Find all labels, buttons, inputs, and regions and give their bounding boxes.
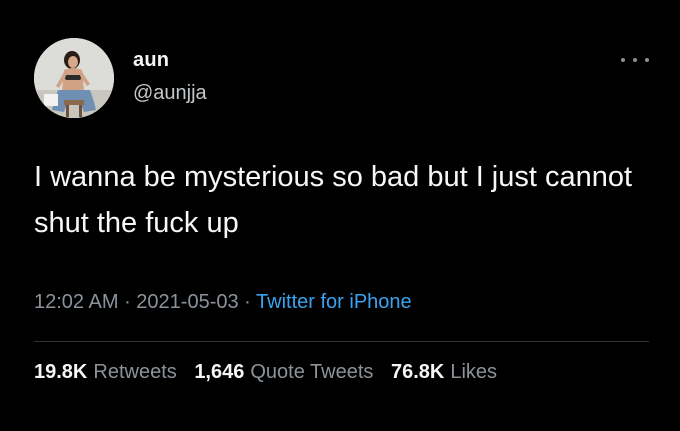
- tweet-card: aun @aunjja I wanna be mysterious so bad…: [0, 0, 680, 431]
- tweet-text: I wanna be mysterious so bad but I just …: [34, 161, 633, 239]
- quote-tweets-stat[interactable]: 1,646 Quote Tweets: [194, 361, 373, 383]
- tweet-stats: 19.8K Retweets 1,646 Quote Tweets 76.8K Lik…: [34, 361, 509, 384]
- display-name[interactable]: aun: [133, 49, 169, 72]
- likes-stat[interactable]: 76.8K Likes: [391, 361, 497, 383]
- avatar[interactable]: [34, 38, 114, 118]
- meta-separator: ·: [238, 291, 257, 313]
- likes-label: Likes: [450, 361, 498, 383]
- avatar-photo: [34, 38, 114, 118]
- quote-tweets-label: Quote Tweets: [250, 361, 374, 383]
- dot: [645, 58, 649, 62]
- tweet-meta: 12:02 AM · 2021-05-03 · Twitter for iPho…: [34, 291, 412, 314]
- tweet-date[interactable]: 2021-05-03: [136, 291, 238, 313]
- tweet-time[interactable]: 12:02 AM: [34, 291, 119, 313]
- retweets-label: Retweets: [93, 361, 177, 383]
- more-horizontal-icon[interactable]: [621, 51, 649, 69]
- divider: [34, 341, 649, 342]
- retweets-count: 19.8K: [34, 361, 88, 383]
- tweet-source-link[interactable]: Twitter for iPhone: [256, 291, 412, 313]
- user-handle[interactable]: @aunjja: [133, 82, 207, 105]
- dot: [621, 58, 625, 62]
- dot: [633, 58, 637, 62]
- meta-separator: ·: [118, 291, 137, 313]
- retweets-stat[interactable]: 19.8K Retweets: [34, 361, 177, 383]
- quote-tweets-count: 1,646: [194, 361, 245, 383]
- likes-count: 76.8K: [390, 361, 445, 383]
